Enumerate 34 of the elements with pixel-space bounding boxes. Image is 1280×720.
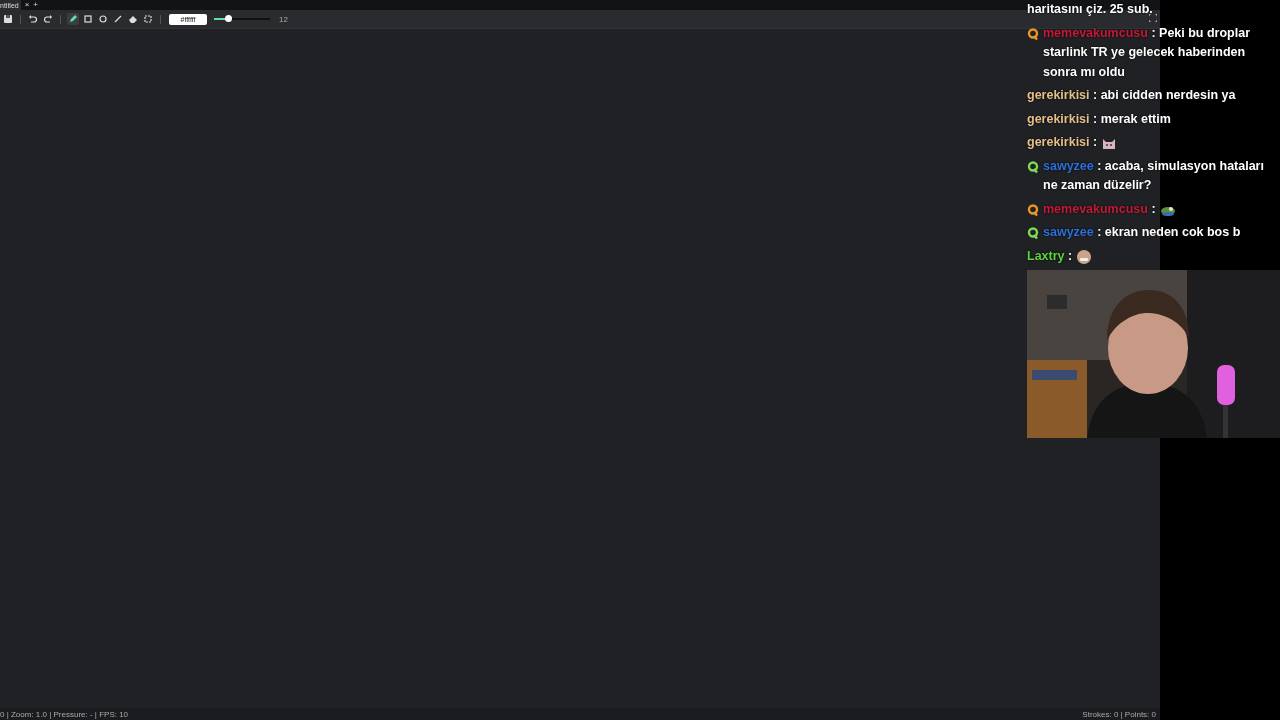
chat-message: sawyzee : ekran neden cok bos b <box>1043 224 1241 241</box>
undo-tool[interactable] <box>27 13 39 25</box>
eraser-icon <box>128 14 138 24</box>
pen-icon <box>68 14 78 24</box>
circle-icon <box>98 14 108 24</box>
status-text: 0 | Zoom: 1.0 | Pressure: - | FPS: 10 <box>0 709 129 719</box>
redo-icon <box>43 14 53 24</box>
chat-message: sawyzee : acaba, simulasyon hataları ne zaman düzelir? <box>1043 157 1265 194</box>
redo-tool[interactable] <box>42 13 54 25</box>
status-text: Strokes: 0 | Points: 0 <box>1082 709 1156 719</box>
fullscreen-icon[interactable] <box>1149 14 1157 22</box>
chat-message: haritasını çiz. 25 sub. <box>1027 1 1153 18</box>
line-tool[interactable] <box>112 13 124 25</box>
select-tool[interactable] <box>142 13 154 25</box>
circle-tool[interactable] <box>97 13 109 25</box>
save-tool[interactable] <box>2 13 14 25</box>
new-tab-button[interactable]: + <box>33 0 39 10</box>
save-icon <box>3 14 13 24</box>
select-icon <box>143 14 153 24</box>
line-icon <box>113 14 123 24</box>
chat-message: memevakumcusu : Peki bu droplar starlink TR ye gelecek haberinden sonra mı oldu <box>1043 24 1252 81</box>
close-tab-button[interactable]: × <box>24 0 30 10</box>
pen-tool[interactable] <box>67 13 79 25</box>
slider-thumb[interactable] <box>225 15 232 22</box>
brush-size-value: 12 <box>279 14 288 24</box>
chat-message: Laxtry : <box>1027 247 1073 265</box>
chat-message: gerekirkisi : merak ettim <box>1027 110 1171 128</box>
chat-message: gerekirkisi : <box>1027 134 1098 151</box>
chat-message: gerekirkisi : abi cidden nerdesin ya <box>1027 87 1236 104</box>
rectangle-icon <box>83 14 93 24</box>
eraser-tool[interactable] <box>127 13 139 25</box>
undo-icon <box>28 14 38 24</box>
rectangle-tool[interactable] <box>82 13 94 25</box>
chat-message: memevakumcusu : <box>1043 200 1156 218</box>
